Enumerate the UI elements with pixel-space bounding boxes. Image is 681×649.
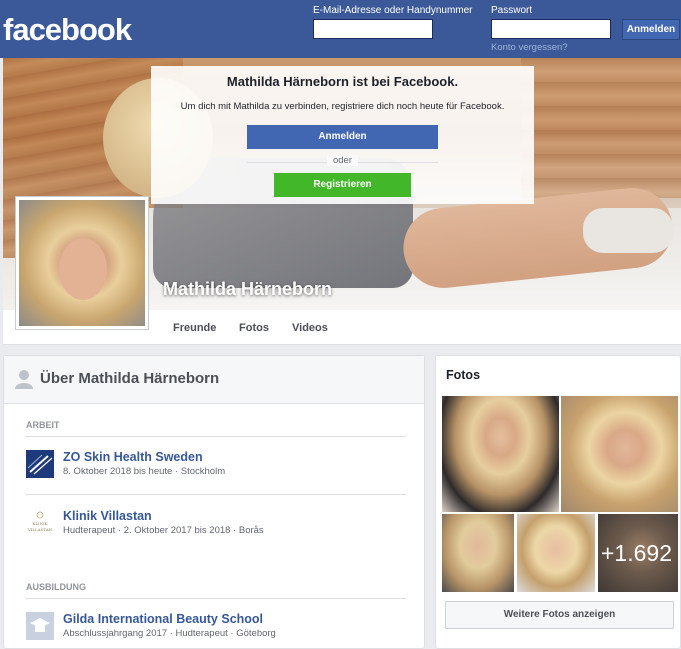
photos-title[interactable]: Fotos	[446, 368, 480, 382]
nav-videos[interactable]: Videos	[292, 322, 328, 334]
education-name[interactable]: Gilda International Beauty School	[63, 612, 263, 626]
photo-thumbnail-2[interactable]	[561, 396, 678, 512]
profile-name[interactable]: Mathilda Härneborn	[163, 279, 332, 300]
cover-wood-wall-right	[521, 58, 681, 198]
profile-picture[interactable]	[15, 196, 149, 330]
education-detail: Abschlussjahrgang 2017 · Hudterapeut · G…	[63, 628, 276, 639]
about-title: Über Mathilda Härneborn	[40, 370, 220, 387]
photos-card: Fotos +1.692 Weitere Fotos anzeigen	[435, 355, 681, 649]
photo-thumbnail-4[interactable]	[517, 514, 595, 592]
work-item-divider	[25, 494, 406, 495]
svg-text:KLINIK: KLINIK	[32, 521, 48, 526]
signup-overlay: Mathilda Härneborn ist bei Facebook. Um …	[151, 66, 534, 204]
about-header: Über Mathilda Härneborn	[4, 356, 424, 404]
profile-face	[59, 238, 107, 300]
work-heading: ARBEIT	[26, 420, 60, 430]
zo-skin-logo[interactable]	[26, 450, 54, 478]
work-detail-zo-skin: 8. Oktober 2018 bis heute · Stockholm	[63, 466, 226, 477]
overlay-login-button[interactable]: Anmelden	[247, 125, 438, 149]
more-photos-button[interactable]: Weitere Fotos anzeigen	[445, 601, 674, 629]
person-icon	[15, 370, 33, 389]
work-detail-klinik: Hudterapeut · 2. Oktober 2017 bis 2018 ·…	[63, 525, 264, 536]
top-bar: facebook E-Mail-Adresse oder Handynummer…	[0, 0, 681, 58]
overlay-title: Mathilda Härneborn ist bei Facebook.	[226, 74, 459, 89]
overlay-text: Um dich mit Mathilda zu verbinden, regis…	[180, 101, 505, 112]
education-divider	[25, 598, 406, 599]
svg-text:VILLASTAN: VILLASTAN	[27, 527, 53, 532]
facebook-logo[interactable]: facebook	[3, 12, 132, 48]
klinik-villastan-logo[interactable]: KLINIK VILLASTAN	[26, 509, 54, 537]
school-logo[interactable]	[26, 612, 54, 640]
nav-friends[interactable]: Freunde	[173, 322, 216, 334]
work-name-klinik[interactable]: Klinik Villastan	[63, 509, 152, 523]
overlay-or-text: oder	[247, 155, 438, 166]
header-login-button[interactable]: Anmelden	[622, 19, 680, 40]
cover-sock	[583, 208, 673, 253]
work-name-zo-skin[interactable]: ZO Skin Health Sweden	[63, 450, 203, 464]
work-divider	[25, 436, 406, 437]
overlay-register-button[interactable]: Registrieren	[274, 173, 411, 197]
email-label: E-Mail-Adresse oder Handynummer	[313, 5, 473, 16]
photo-thumbnail-3[interactable]	[442, 514, 514, 592]
password-label: Passwort	[491, 5, 533, 16]
nav-photos[interactable]: Fotos	[239, 322, 269, 334]
profile-picture-image	[19, 200, 145, 326]
education-heading: AUSBILDUNG	[26, 582, 86, 592]
forgot-account-link[interactable]: Konto vergessen?	[491, 42, 568, 53]
photo-thumbnail-1[interactable]	[442, 396, 559, 512]
password-input[interactable]	[491, 19, 611, 39]
or-label: oder	[326, 155, 358, 166]
more-photos-count[interactable]: +1.692	[601, 540, 672, 567]
email-input[interactable]	[313, 19, 433, 39]
photo-thumbnail-5[interactable]: +1.692	[598, 514, 678, 592]
about-card: Über Mathilda Härneborn ARBEIT ZO Skin H…	[3, 355, 425, 649]
